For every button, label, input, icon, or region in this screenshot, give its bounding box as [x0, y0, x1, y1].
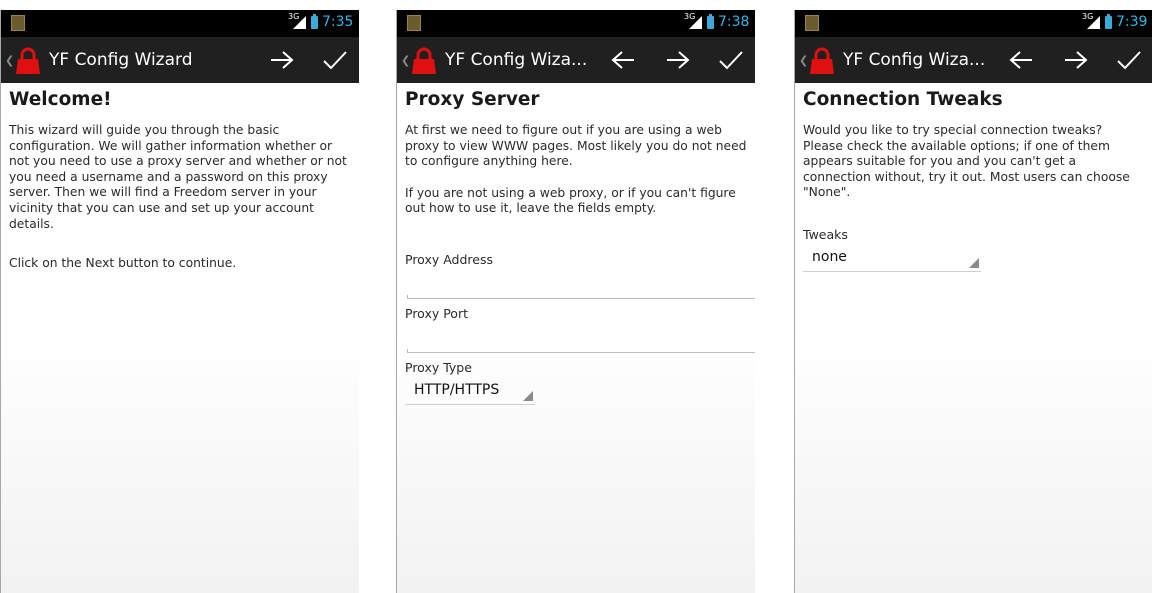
back-button[interactable] — [605, 45, 641, 75]
next-button[interactable] — [1058, 45, 1094, 75]
tweaks-intro-text: Would you like to try special connection… — [803, 123, 1130, 200]
proxy-type-spinner[interactable]: HTTP/HTTPS — [405, 379, 535, 405]
checkmark-icon — [719, 51, 743, 70]
proxy-type-value: HTTP/HTTPS — [414, 381, 500, 398]
arrow-left-icon — [611, 51, 634, 69]
proxy-intro-text: At first we need to figure out if you ar… — [405, 123, 747, 169]
status-bar: 3G 7:35 — [1, 10, 359, 37]
status-bar: 3G 7:39 — [795, 10, 1152, 37]
next-button[interactable] — [264, 45, 300, 75]
proxy-address-field[interactable] — [407, 273, 755, 299]
arrow-right-icon — [1065, 51, 1088, 69]
arrow-right-icon — [667, 51, 690, 69]
back-button[interactable] — [1003, 45, 1039, 75]
app-title: YF Config Wiza... — [445, 50, 588, 70]
done-button[interactable] — [1111, 45, 1147, 75]
signal-icon — [689, 16, 702, 29]
up-caret-icon[interactable]: ❮ — [401, 54, 410, 67]
next-hint-text: Click on the Next button to continue. — [9, 256, 237, 271]
status-clock: 7:38 — [718, 14, 750, 30]
spinner-corner-icon — [523, 390, 533, 401]
screen-connection-tweaks: 3G 7:39 ❮ YF Config Wiza... Connection T… — [794, 10, 1152, 593]
up-caret-icon[interactable]: ❮ — [5, 54, 14, 67]
app-title: YF Config Wiza... — [843, 50, 986, 70]
proxy-port-field[interactable] — [407, 327, 755, 353]
notification-icon — [407, 15, 421, 31]
spinner-corner-icon — [969, 257, 979, 268]
proxy-hint-text: If you are not using a web proxy, or if … — [405, 185, 736, 216]
signal-icon — [293, 16, 306, 29]
screen-welcome: 3G 7:35 ❮ YF Config Wizard Welcome! This… — [0, 10, 359, 593]
tweaks-value: none — [812, 248, 847, 265]
intro-text: This wizard will guide you through the b… — [9, 123, 347, 231]
checkmark-icon — [1117, 51, 1141, 70]
signal-icon — [1087, 16, 1100, 29]
status-bar: 3G 7:38 — [397, 10, 755, 37]
proxy-port-label: Proxy Port — [405, 305, 468, 321]
up-caret-icon[interactable]: ❮ — [799, 54, 808, 67]
page-title: Proxy Server — [405, 89, 540, 110]
action-bar: ❮ YF Config Wizard — [1, 37, 359, 83]
tweaks-label: Tweaks — [803, 226, 848, 242]
screen-proxy-server: 3G 7:38 ❮ YF Config Wiza... Proxy Server… — [396, 10, 755, 593]
notification-icon — [11, 15, 25, 31]
app-title: YF Config Wizard — [49, 50, 193, 70]
done-button[interactable] — [317, 45, 353, 75]
action-bar: ❮ YF Config Wiza... — [397, 37, 755, 83]
proxy-type-label: Proxy Type — [405, 359, 472, 375]
proxy-address-input[interactable] — [409, 274, 754, 296]
battery-icon — [707, 14, 714, 29]
tweaks-spinner[interactable]: none — [803, 246, 981, 272]
proxy-address-label: Proxy Address — [405, 251, 493, 267]
arrow-right-icon — [271, 51, 294, 69]
red-padlock-icon[interactable] — [411, 47, 437, 75]
done-button[interactable] — [713, 45, 749, 75]
status-clock: 7:39 — [1116, 14, 1148, 30]
status-clock: 7:35 — [322, 14, 354, 30]
arrow-left-icon — [1009, 51, 1032, 69]
battery-icon — [311, 14, 318, 29]
checkmark-icon — [323, 51, 347, 70]
battery-icon — [1105, 14, 1112, 29]
action-bar: ❮ YF Config Wiza... — [795, 37, 1152, 83]
notification-icon — [805, 15, 819, 31]
next-button[interactable] — [660, 45, 696, 75]
red-padlock-icon[interactable] — [809, 47, 835, 75]
proxy-port-input[interactable] — [409, 328, 754, 350]
page-title: Welcome! — [9, 89, 112, 110]
page-title: Connection Tweaks — [803, 89, 1003, 110]
red-padlock-icon[interactable] — [15, 47, 41, 75]
